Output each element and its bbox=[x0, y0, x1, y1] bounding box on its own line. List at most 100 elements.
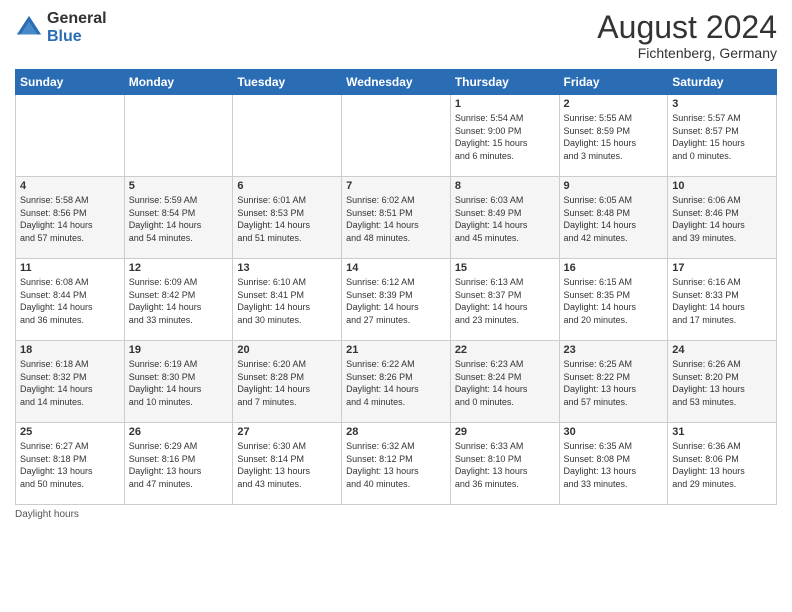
day-number: 4 bbox=[20, 180, 120, 192]
calendar-cell bbox=[16, 95, 125, 177]
calendar-cell: 23 Sunrise: 6:25 AM Sunset: 8:22 PM Dayli… bbox=[559, 341, 668, 423]
calendar-cell: 14 Sunrise: 6:12 AM Sunset: 8:39 PM Dayli… bbox=[342, 259, 451, 341]
calendar-cell: 1 Sunrise: 5:54 AM Sunset: 9:00 PM Daylig… bbox=[450, 95, 559, 177]
day-number: 24 bbox=[672, 344, 772, 356]
calendar-cell: 15 Sunrise: 6:13 AM Sunset: 8:37 PM Dayli… bbox=[450, 259, 559, 341]
calendar-cell: 27 Sunrise: 6:30 AM Sunset: 8:14 PM Dayli… bbox=[233, 423, 342, 505]
day-info: Sunrise: 6:15 AM Sunset: 8:35 PM Dayligh… bbox=[564, 276, 664, 326]
calendar-week-3: 11Sunrise: 6:08 AM Sunset: 8:44 PM Dayli… bbox=[16, 259, 777, 341]
day-info: Sunrise: 6:02 AM Sunset: 8:51 PM Dayligh… bbox=[346, 194, 446, 244]
day-info: Sunrise: 6:27 AM Sunset: 8:18 PM Dayligh… bbox=[20, 440, 120, 490]
calendar-cell: 28 Sunrise: 6:32 AM Sunset: 8:12 PM Dayli… bbox=[342, 423, 451, 505]
day-info: Sunrise: 6:16 AM Sunset: 8:33 PM Dayligh… bbox=[672, 276, 772, 326]
calendar-week-5: 25 Sunrise: 6:27 AM Sunset: 8:18 PM Dayli… bbox=[16, 423, 777, 505]
day-info: Sunrise: 6:13 AM Sunset: 8:37 PM Dayligh… bbox=[455, 276, 555, 326]
calendar-week-4: 18 Sunrise: 6:18 AM Sunset: 8:32 PM Dayli… bbox=[16, 341, 777, 423]
day-number: 14 bbox=[346, 262, 446, 274]
day-info: Sunrise: 6:12 AM Sunset: 8:39 PM Dayligh… bbox=[346, 276, 446, 326]
calendar-cell: 10 Sunrise: 6:06 AM Sunset: 8:46 PM Dayli… bbox=[668, 177, 777, 259]
calendar-header-sunday: Sunday bbox=[16, 70, 125, 95]
day-number: 22 bbox=[455, 344, 555, 356]
calendar-cell: 4 Sunrise: 5:58 AM Sunset: 8:56 PM Daylig… bbox=[16, 177, 125, 259]
logo-general: General bbox=[47, 10, 107, 28]
day-info: Sunrise: 5:58 AM Sunset: 8:56 PM Dayligh… bbox=[20, 194, 120, 244]
day-info: Sunrise: 6:33 AM Sunset: 8:10 PM Dayligh… bbox=[455, 440, 555, 490]
day-number: 28 bbox=[346, 426, 446, 438]
day-info: Sunrise: 6:20 AM Sunset: 8:28 PM Dayligh… bbox=[237, 358, 337, 408]
calendar-cell: 3 Sunrise: 5:57 AM Sunset: 8:57 PM Daylig… bbox=[668, 95, 777, 177]
day-number: 5 bbox=[129, 180, 229, 192]
calendar-cell: 19Sunrise: 6:19 AM Sunset: 8:30 PM Dayli… bbox=[124, 341, 233, 423]
day-number: 7 bbox=[346, 180, 446, 192]
calendar-header-saturday: Saturday bbox=[668, 70, 777, 95]
day-info: Sunrise: 5:54 AM Sunset: 9:00 PM Dayligh… bbox=[455, 112, 555, 162]
logo-text: General Blue bbox=[47, 10, 107, 45]
calendar-cell: 9Sunrise: 6:05 AM Sunset: 8:48 PM Daylig… bbox=[559, 177, 668, 259]
calendar-cell: 30 Sunrise: 6:35 AM Sunset: 8:08 PM Dayli… bbox=[559, 423, 668, 505]
day-info: Sunrise: 6:22 AM Sunset: 8:26 PM Dayligh… bbox=[346, 358, 446, 408]
day-number: 10 bbox=[672, 180, 772, 192]
day-number: 21 bbox=[346, 344, 446, 356]
day-number: 15 bbox=[455, 262, 555, 274]
calendar-cell: 11Sunrise: 6:08 AM Sunset: 8:44 PM Dayli… bbox=[16, 259, 125, 341]
calendar-header-row: SundayMondayTuesdayWednesdayThursdayFrid… bbox=[16, 70, 777, 95]
day-number: 23 bbox=[564, 344, 664, 356]
day-number: 13 bbox=[237, 262, 337, 274]
calendar-cell: 2Sunrise: 5:55 AM Sunset: 8:59 PM Daylig… bbox=[559, 95, 668, 177]
calendar-cell: 22 Sunrise: 6:23 AM Sunset: 8:24 PM Dayli… bbox=[450, 341, 559, 423]
day-info: Sunrise: 6:25 AM Sunset: 8:22 PM Dayligh… bbox=[564, 358, 664, 408]
day-number: 19 bbox=[129, 344, 229, 356]
calendar-cell: 16 Sunrise: 6:15 AM Sunset: 8:35 PM Dayli… bbox=[559, 259, 668, 341]
day-info: Sunrise: 5:59 AM Sunset: 8:54 PM Dayligh… bbox=[129, 194, 229, 244]
calendar-cell bbox=[124, 95, 233, 177]
day-number: 27 bbox=[237, 426, 337, 438]
day-info: Sunrise: 6:35 AM Sunset: 8:08 PM Dayligh… bbox=[564, 440, 664, 490]
day-number: 16 bbox=[564, 262, 664, 274]
day-number: 2 bbox=[564, 98, 664, 110]
day-number: 1 bbox=[455, 98, 555, 110]
calendar-cell: 5 Sunrise: 5:59 AM Sunset: 8:54 PM Daylig… bbox=[124, 177, 233, 259]
day-info: Sunrise: 6:10 AM Sunset: 8:41 PM Dayligh… bbox=[237, 276, 337, 326]
calendar-header-friday: Friday bbox=[559, 70, 668, 95]
day-number: 17 bbox=[672, 262, 772, 274]
calendar-cell: 31 Sunrise: 6:36 AM Sunset: 8:06 PM Dayli… bbox=[668, 423, 777, 505]
day-number: 26 bbox=[129, 426, 229, 438]
day-number: 8 bbox=[455, 180, 555, 192]
day-info: Sunrise: 6:30 AM Sunset: 8:14 PM Dayligh… bbox=[237, 440, 337, 490]
calendar-cell: 21 Sunrise: 6:22 AM Sunset: 8:26 PM Dayli… bbox=[342, 341, 451, 423]
day-number: 30 bbox=[564, 426, 664, 438]
calendar-cell: 7 Sunrise: 6:02 AM Sunset: 8:51 PM Daylig… bbox=[342, 177, 451, 259]
logo-blue: Blue bbox=[47, 28, 107, 46]
day-number: 20 bbox=[237, 344, 337, 356]
day-number: 31 bbox=[672, 426, 772, 438]
calendar-cell: 8Sunrise: 6:03 AM Sunset: 8:49 PM Daylig… bbox=[450, 177, 559, 259]
location: Fichtenberg, Germany bbox=[597, 45, 777, 61]
day-info: Sunrise: 6:18 AM Sunset: 8:32 PM Dayligh… bbox=[20, 358, 120, 408]
day-info: Sunrise: 5:57 AM Sunset: 8:57 PM Dayligh… bbox=[672, 112, 772, 162]
day-number: 25 bbox=[20, 426, 120, 438]
calendar-cell: 20 Sunrise: 6:20 AM Sunset: 8:28 PM Dayli… bbox=[233, 341, 342, 423]
calendar-cell: 29Sunrise: 6:33 AM Sunset: 8:10 PM Dayli… bbox=[450, 423, 559, 505]
day-info: Sunrise: 6:26 AM Sunset: 8:20 PM Dayligh… bbox=[672, 358, 772, 408]
logo-icon bbox=[15, 14, 43, 42]
calendar-cell: 24 Sunrise: 6:26 AM Sunset: 8:20 PM Dayli… bbox=[668, 341, 777, 423]
calendar-header-thursday: Thursday bbox=[450, 70, 559, 95]
calendar-header-monday: Monday bbox=[124, 70, 233, 95]
logo: General Blue bbox=[15, 10, 107, 45]
calendar-header-tuesday: Tuesday bbox=[233, 70, 342, 95]
day-info: Sunrise: 6:32 AM Sunset: 8:12 PM Dayligh… bbox=[346, 440, 446, 490]
day-number: 11 bbox=[20, 262, 120, 274]
footer: Daylight hours bbox=[15, 509, 777, 520]
day-number: 3 bbox=[672, 98, 772, 110]
page: General Blue August 2024 Fichtenberg, Ge… bbox=[0, 0, 792, 612]
day-info: Sunrise: 6:23 AM Sunset: 8:24 PM Dayligh… bbox=[455, 358, 555, 408]
daylight-hours-label: Daylight hours bbox=[15, 509, 79, 520]
calendar-cell: 18 Sunrise: 6:18 AM Sunset: 8:32 PM Dayli… bbox=[16, 341, 125, 423]
calendar-header-wednesday: Wednesday bbox=[342, 70, 451, 95]
month-year: August 2024 bbox=[597, 10, 777, 45]
day-number: 18 bbox=[20, 344, 120, 356]
calendar-cell: 26Sunrise: 6:29 AM Sunset: 8:16 PM Dayli… bbox=[124, 423, 233, 505]
day-info: Sunrise: 6:05 AM Sunset: 8:48 PM Dayligh… bbox=[564, 194, 664, 244]
day-info: Sunrise: 6:06 AM Sunset: 8:46 PM Dayligh… bbox=[672, 194, 772, 244]
day-info: Sunrise: 6:36 AM Sunset: 8:06 PM Dayligh… bbox=[672, 440, 772, 490]
